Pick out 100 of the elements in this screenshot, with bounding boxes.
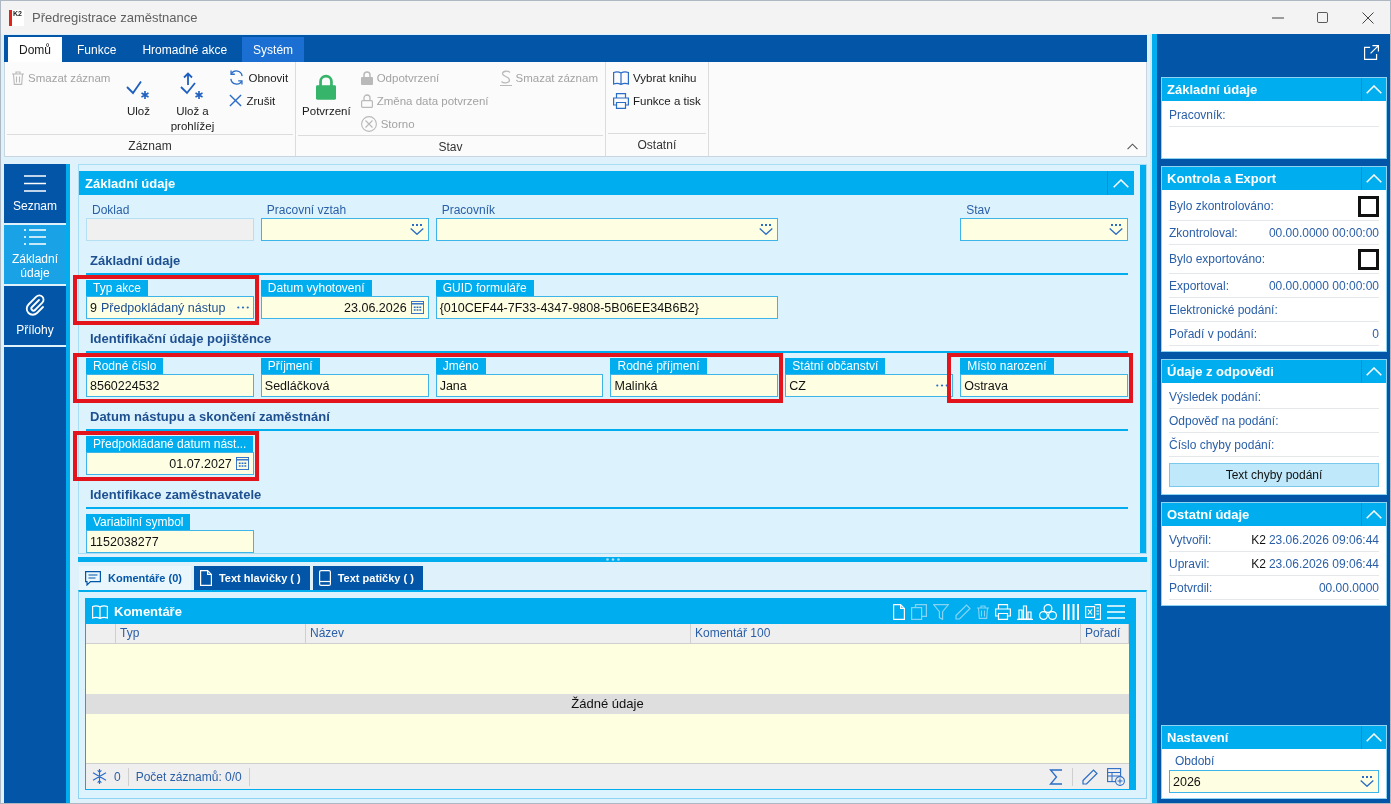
record-count: Počet záznamů: 0/0 xyxy=(135,769,242,784)
columns-icon[interactable] xyxy=(1063,603,1079,620)
spreadsheet-export-icon[interactable] xyxy=(1085,603,1101,620)
field-label: Období xyxy=(1175,754,1215,768)
count-label: 0 xyxy=(114,769,121,784)
chevron-up-icon[interactable] xyxy=(1127,143,1138,150)
field-label: Rodné příjmení xyxy=(610,358,707,374)
splitter-handle[interactable] xyxy=(1150,34,1157,803)
section-heading: Základní údaje xyxy=(89,252,181,270)
calendar-icon[interactable] xyxy=(235,457,249,470)
column-header[interactable]: Pořadí xyxy=(1081,624,1129,643)
detail-tab[interactable]: Text hlavičky ( ) xyxy=(193,566,310,590)
window-title: Předregistrace zaměstnance xyxy=(32,10,198,25)
user-name: K2 xyxy=(1251,556,1266,571)
dropdown-icon[interactable] xyxy=(1109,224,1123,235)
group-label: Stav xyxy=(438,140,463,154)
ribbon-tab[interactable]: Hromadné akce xyxy=(131,37,239,62)
dropdown-field[interactable] xyxy=(260,218,429,241)
panel-title: Kontrola a Export xyxy=(1167,171,1277,186)
detail-tab[interactable]: Komentáře (0) xyxy=(79,566,191,590)
detail-tab[interactable]: Text patičky ( ) xyxy=(312,566,423,590)
ribbon-tab[interactable]: Funkce xyxy=(66,37,128,62)
date-field[interactable]: 01.07.2027 xyxy=(86,452,254,475)
info-label: Pořadí v podání: xyxy=(1169,326,1258,341)
panel-title: Nastavení xyxy=(1167,730,1229,745)
ribbon-button[interactable]: Ulož a prohlížej xyxy=(163,66,222,134)
table-add-icon[interactable] xyxy=(1107,767,1125,786)
field-label: Státní občanství xyxy=(785,358,886,374)
text-field[interactable]: Jana xyxy=(435,374,604,397)
checkbox[interactable] xyxy=(1358,248,1379,270)
dropdown-icon[interactable] xyxy=(1360,776,1374,787)
info-value: 23.06.2026 09:06:44 xyxy=(1268,556,1379,571)
padlock-outline-icon xyxy=(360,93,373,108)
text-field[interactable]: Sedláčková xyxy=(260,374,429,397)
minimize-icon[interactable] xyxy=(1271,16,1284,19)
new-document-icon[interactable] xyxy=(893,603,905,620)
field-label: Doklad xyxy=(91,202,130,218)
popout-icon[interactable] xyxy=(1364,44,1379,60)
lookup-field[interactable]: 9 Předpokládaný nástup xyxy=(86,296,254,319)
printer-icon[interactable] xyxy=(995,603,1011,620)
info-value: 00.00.0000 00:00:00 xyxy=(1268,278,1379,293)
info-label: Bylo zkontrolováno: xyxy=(1169,199,1274,213)
bar-chart-icon[interactable] xyxy=(1017,603,1033,620)
splitter-handle[interactable] xyxy=(1140,165,1146,553)
underlined-s-icon xyxy=(499,69,512,86)
field-label: Předpokládané datum nást... xyxy=(86,436,254,452)
text-field[interactable]: 8560224532 xyxy=(86,374,254,397)
group-label: Záznam xyxy=(128,139,172,153)
splitter-handle[interactable] xyxy=(78,557,1147,562)
text-button[interactable]: Text chyby podání xyxy=(1169,463,1379,487)
sigma-icon[interactable] xyxy=(1049,768,1063,785)
close-icon[interactable] xyxy=(1361,11,1374,24)
dropdown-field[interactable] xyxy=(435,218,779,241)
column-header[interactable]: Název xyxy=(306,624,691,643)
info-label: Exportoval: xyxy=(1169,278,1230,293)
calendar-icon[interactable] xyxy=(410,301,424,314)
info-label: Výsledek podání: xyxy=(1169,389,1262,404)
info-label: Odpověď na podání: xyxy=(1169,413,1279,428)
info-label: Zkontroloval: xyxy=(1169,225,1238,240)
text-field[interactable]: Malinká xyxy=(610,374,779,397)
ribbon-button[interactable]: Zrušit xyxy=(226,89,292,112)
section-heading: Identifikační údaje pojištěnce xyxy=(89,330,272,348)
ribbon-tab[interactable]: Domů xyxy=(8,37,62,62)
dropdown-icon[interactable] xyxy=(759,224,774,235)
paperclip-icon xyxy=(25,294,45,316)
info-label: Potvrdil: xyxy=(1169,580,1213,595)
menu-icon[interactable] xyxy=(1107,604,1125,619)
column-header[interactable]: Komentář 100 xyxy=(691,624,1081,643)
text-field[interactable]: {010CEF44-7F33-4347-9808-5B06EE34B6B2} xyxy=(435,296,779,319)
pencil-icon[interactable] xyxy=(1082,768,1098,785)
info-label: Bylo exportováno: xyxy=(1169,252,1266,266)
book-icon xyxy=(613,70,629,85)
snowflake-icon[interactable] xyxy=(92,769,107,784)
checkbox[interactable] xyxy=(1358,195,1379,217)
maximize-icon[interactable] xyxy=(1317,12,1328,23)
ribbon-button[interactable]: Ulož xyxy=(118,66,159,119)
group-label: Ostatní xyxy=(637,138,677,152)
dropdown-icon[interactable] xyxy=(409,224,424,235)
field-label: Pracovní vztah xyxy=(265,202,347,218)
ribbon-button[interactable]: Vybrat knihu xyxy=(610,66,704,89)
ribbon-button[interactable]: Potvrzení xyxy=(300,66,353,119)
splitter-handle[interactable] xyxy=(1130,598,1136,790)
speech-bubble-icon xyxy=(85,570,101,586)
column-header[interactable]: Typ xyxy=(116,624,306,643)
ribbon-tab[interactable]: Systém xyxy=(242,37,305,62)
lookup-field[interactable]: CZ xyxy=(785,374,954,397)
text-field[interactable]: 1152038277 xyxy=(86,530,254,553)
ribbon-button[interactable]: Obnovit xyxy=(226,66,292,89)
document-footer-icon xyxy=(318,570,331,586)
ellipsis-icon[interactable] xyxy=(936,384,949,387)
field-label: Typ akce xyxy=(86,280,149,296)
date-field[interactable]: 23.06.2026 xyxy=(260,296,429,319)
ribbon-button[interactable]: Funkce a tisk xyxy=(610,89,704,112)
info-label: Pracovník: xyxy=(1169,107,1226,122)
text-field[interactable]: Ostrava xyxy=(960,374,1128,397)
dropdown-field[interactable]: 2026 xyxy=(1169,770,1379,793)
circles-cluster-icon[interactable] xyxy=(1039,603,1057,620)
ellipsis-icon[interactable] xyxy=(236,306,249,309)
panel-title: Ostatní údaje xyxy=(1167,507,1250,522)
dropdown-field[interactable] xyxy=(960,218,1128,241)
